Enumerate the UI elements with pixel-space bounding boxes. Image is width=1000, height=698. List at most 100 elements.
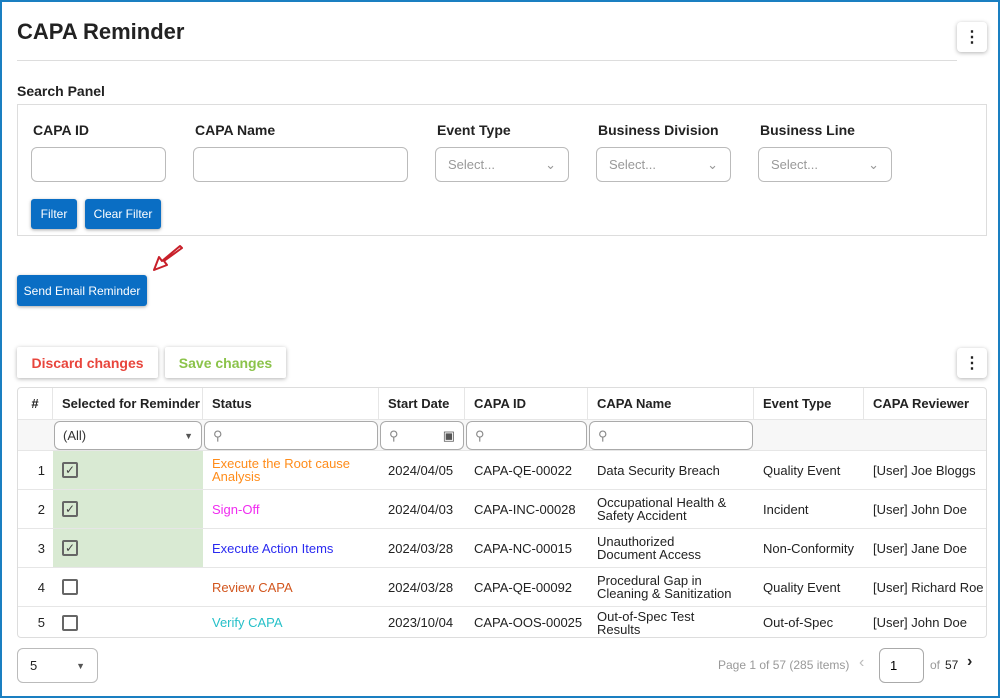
event-type: Non-Conformity — [763, 540, 855, 556]
capa-name-input[interactable] — [193, 147, 408, 182]
filter-button[interactable]: Filter — [31, 199, 77, 229]
capa-table: # Selected for Reminder Status Start Dat… — [17, 387, 987, 638]
start-date: 2023/10/04 — [388, 615, 454, 630]
status-link[interactable]: Execute Action Items — [203, 529, 379, 567]
selected-cell — [53, 607, 203, 637]
event-type: Incident — [763, 501, 809, 517]
kebab-icon: ⋮ — [964, 29, 980, 46]
col-header-capa-id[interactable]: CAPA ID — [465, 388, 588, 419]
col-header-capa-name[interactable]: CAPA Name — [588, 388, 754, 419]
kebab-icon: ⋮ — [964, 355, 980, 372]
pager-of: of — [930, 658, 941, 672]
business-line-select[interactable]: Select... ⌄ — [758, 147, 892, 182]
selected-checkbox[interactable]: ✓ — [62, 540, 78, 556]
page-size-select[interactable]: 5 ▼ — [17, 648, 98, 683]
business-line-label: Business Line — [760, 122, 855, 138]
save-changes-button[interactable]: Save changes — [165, 347, 286, 378]
table-row: 3 ✓ Execute Action Items 2024/03/28 CAPA… — [18, 529, 986, 568]
filter-row: (All) ▼ ⚲ ⚲ ▣ ⚲ ⚲ — [18, 420, 986, 451]
capa-id: CAPA-NC-00015 — [474, 540, 573, 556]
pager-info: Page 1 of 57 (285 items) — [718, 658, 850, 672]
selected-checkbox[interactable] — [62, 614, 78, 631]
capa-name: Occupational Health & Safety Accident — [597, 495, 727, 523]
col-header-reviewer[interactable]: CAPA Reviewer — [864, 388, 986, 419]
table-header: # Selected for Reminder Status Start Dat… — [18, 388, 986, 420]
arrow-pointer-icon — [153, 245, 183, 271]
pager-total: 57 — [945, 658, 959, 672]
calendar-icon[interactable]: ▣ — [443, 428, 455, 444]
page-title: CAPA Reminder — [17, 19, 185, 44]
event-type: Out-of-Spec — [763, 615, 834, 630]
selected-cell: ✓ — [53, 451, 203, 489]
start-date: 2024/04/03 — [388, 501, 454, 517]
col-header-event-type[interactable]: Event Type — [754, 388, 864, 419]
grid-menu-button[interactable]: ⋮ — [957, 348, 987, 378]
start-date: 2024/03/28 — [388, 579, 454, 595]
capa-name: Out-of-Spec Test Results — [597, 608, 695, 637]
col-header-status[interactable]: Status — [203, 388, 379, 419]
chevron-down-icon: ⌄ — [707, 156, 718, 172]
status-link[interactable]: Execute the Root cause Analysis — [203, 451, 379, 489]
prev-page-icon[interactable]: ‹ — [859, 654, 864, 672]
capa-id: CAPA-INC-00028 — [474, 501, 576, 517]
selected-filter-value: (All) — [63, 428, 87, 443]
start-date-filter-input[interactable]: ⚲ ▣ — [380, 421, 464, 450]
business-line-placeholder: Select... — [771, 157, 818, 172]
event-type-placeholder: Select... — [448, 157, 495, 172]
selected-filter-select[interactable]: (All) ▼ — [54, 421, 202, 450]
search-icon: ⚲ — [598, 427, 608, 443]
business-division-select[interactable]: Select... ⌄ — [596, 147, 731, 182]
status-link[interactable]: Review CAPA — [203, 568, 379, 606]
selected-cell: ✓ — [53, 490, 203, 528]
page-size-value: 5 — [30, 658, 38, 673]
event-type: Quality Event — [763, 462, 841, 478]
row-number: 2 — [37, 501, 45, 517]
row-number: 1 — [37, 462, 45, 478]
start-date: 2024/04/05 — [388, 462, 454, 478]
capa-reviewer: [User] Joe Bloggs — [873, 462, 976, 478]
table-row: 1 ✓ Execute the Root cause Analysis 2024… — [18, 451, 986, 490]
capa-id: CAPA-QE-00022 — [474, 462, 573, 478]
selected-checkbox[interactable]: ✓ — [62, 501, 78, 517]
capa-reviewer: [User] John Doe — [873, 501, 967, 517]
status-link[interactable]: Verify CAPA — [203, 607, 379, 637]
capa-reviewer: [User] John Doe — [873, 615, 967, 630]
business-division-placeholder: Select... — [609, 157, 656, 172]
caret-down-icon: ▼ — [76, 660, 85, 671]
discard-changes-button[interactable]: Discard changes — [17, 347, 158, 378]
capa-name-label: CAPA Name — [195, 122, 276, 138]
page-menu-button[interactable]: ⋮ — [957, 22, 987, 52]
capa-id-label: CAPA ID — [33, 122, 89, 138]
send-email-reminder-button[interactable]: Send Email Reminder — [17, 275, 147, 306]
capa-id: CAPA-OOS-00025 — [474, 615, 583, 630]
check-icon: ✓ — [64, 462, 76, 477]
capa-reviewer: [User] Jane Doe — [873, 540, 967, 556]
search-icon: ⚲ — [213, 427, 223, 443]
col-header-start-date[interactable]: Start Date — [379, 388, 465, 419]
capa-name-filter-input[interactable]: ⚲ — [589, 421, 753, 450]
event-type-select[interactable]: Select... ⌄ — [435, 147, 569, 182]
table-row: 2 ✓ Sign-Off 2024/04/03 CAPA-INC-00028 O… — [18, 490, 986, 529]
event-type-label: Event Type — [437, 122, 511, 138]
page-number-input[interactable] — [879, 648, 924, 683]
check-icon: ✓ — [64, 501, 76, 516]
col-header-selected[interactable]: Selected for Reminder — [53, 388, 203, 419]
selected-checkbox[interactable]: ✓ — [62, 462, 78, 478]
app-window: CAPA Reminder ⋮ Search Panel CAPA ID CAP… — [0, 0, 1000, 698]
capa-id: CAPA-QE-00092 — [474, 579, 573, 595]
search-icon: ⚲ — [389, 427, 399, 443]
capa-id-filter-input[interactable]: ⚲ — [466, 421, 587, 450]
event-type: Quality Event — [763, 579, 841, 595]
check-icon: ✓ — [64, 540, 76, 555]
divider — [17, 60, 957, 61]
next-page-icon[interactable]: › — [967, 653, 972, 671]
selected-checkbox[interactable] — [62, 579, 78, 595]
selected-cell — [53, 568, 203, 606]
status-filter-input[interactable]: ⚲ — [204, 421, 378, 450]
clear-filter-button[interactable]: Clear Filter — [85, 199, 161, 229]
col-header-number: # — [18, 388, 53, 419]
status-link[interactable]: Sign-Off — [203, 490, 379, 528]
capa-name: Data Security Breach — [597, 462, 720, 478]
capa-id-input[interactable] — [31, 147, 166, 182]
start-date: 2024/03/28 — [388, 540, 454, 556]
